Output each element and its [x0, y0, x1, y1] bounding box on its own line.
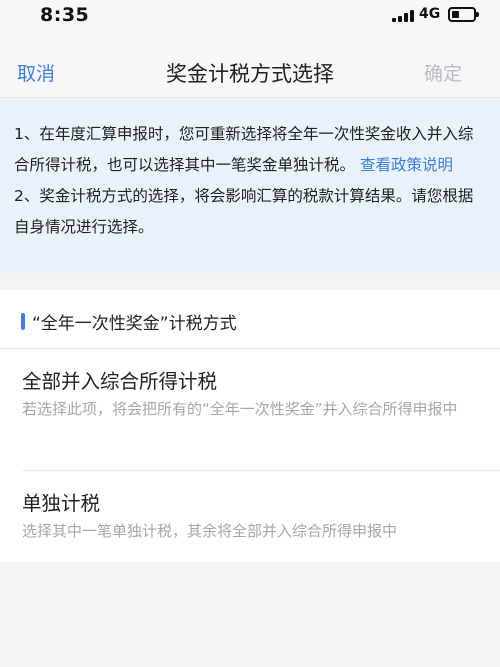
network-type: 4G	[419, 6, 441, 22]
notice-item-2: 2、奖金计税方式的选择，将会影响汇算的税款计算结果。请您根据自身情况进行选择。	[14, 187, 474, 236]
screen: 8:35 4G 取消 奖金计税方式选择 确定 1、在年度汇算申报时，您可重新选择…	[0, 0, 500, 667]
notice-panel: 1、在年度汇算申报时，您可重新选择将全年一次性奖金收入并入综合所得计税，也可以选…	[0, 99, 500, 273]
option-description: 若选择此项，将会把所有的“全年一次性奖金”并入综合所得申报中	[22, 400, 458, 418]
section-header: “全年一次性奖金”计税方式	[0, 290, 500, 349]
policy-link[interactable]: 查看政策说明	[360, 156, 453, 174]
option-separate-tax[interactable]: 单独计税 选择其中一笔单独计税，其余将全部并入综合所得申报中	[0, 471, 500, 561]
notice-item-1: 1、在年度汇算申报时，您可重新选择将全年一次性奖金收入并入综合所得计税，也可以选…	[14, 119, 486, 181]
section-title: “全年一次性奖金”计税方式	[32, 314, 237, 334]
confirm-button[interactable]: 确定	[424, 59, 462, 86]
option-description: 选择其中一笔单独计税，其余将全部并入综合所得申报中	[22, 522, 398, 540]
nav-bar: 取消 奖金计税方式选择 确定	[0, 32, 500, 98]
option-title: 全部并入综合所得计税	[22, 370, 218, 393]
status-time: 8:35	[40, 4, 90, 26]
section-accent-bar	[21, 313, 25, 330]
option-title: 单独计税	[22, 492, 101, 515]
status-bar: 8:35 4G	[0, 0, 500, 32]
tax-method-section: “全年一次性奖金”计税方式 全部并入综合所得计税 若选择此项，将会把所有的“全年…	[0, 290, 500, 562]
signal-bars-icon	[392, 10, 414, 22]
battery-icon	[448, 7, 479, 22]
option-combined-tax[interactable]: 全部并入综合所得计税 若选择此项，将会把所有的“全年一次性奖金”并入综合所得申报…	[0, 349, 500, 471]
